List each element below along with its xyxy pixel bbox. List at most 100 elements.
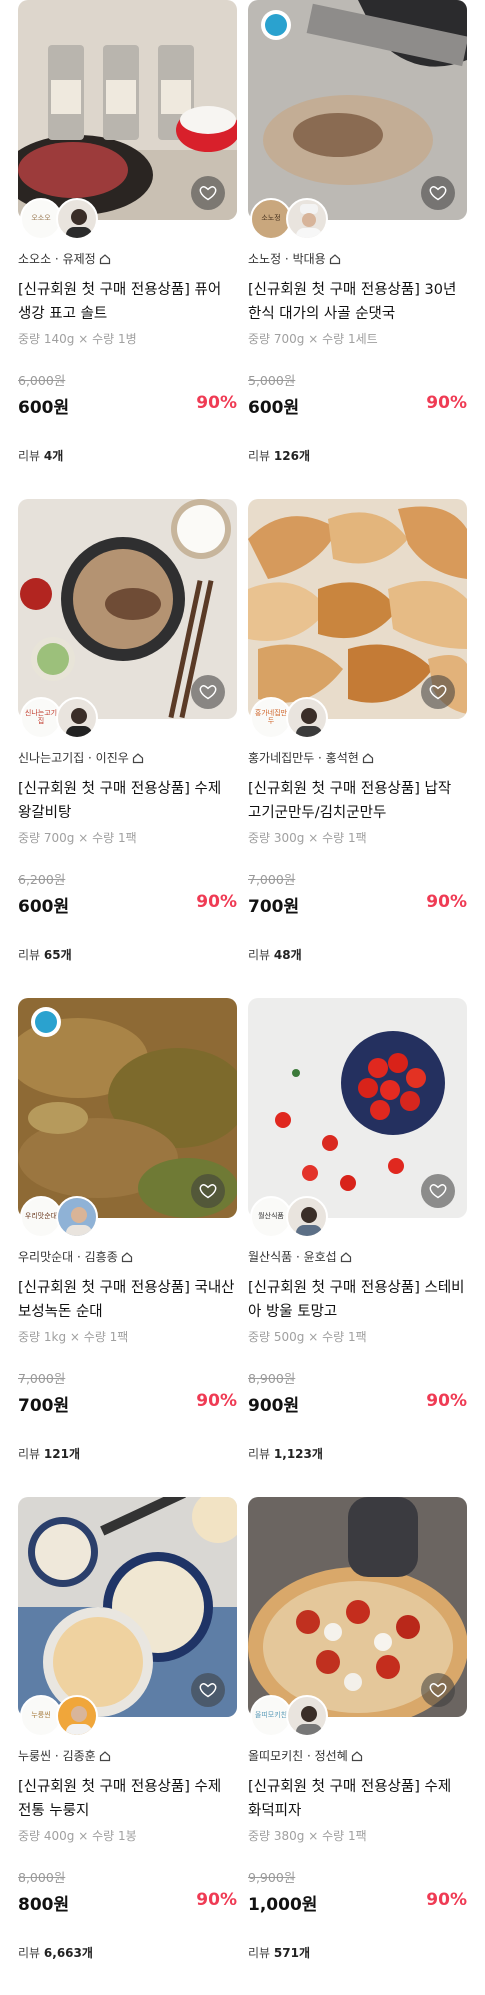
product-card[interactable]: 우리맛순대 우리맛순대 · 김흥종 [신규회원 첫 구매 전용상품] 국내산 보…	[18, 998, 237, 1496]
original-price: 7,000원	[248, 872, 296, 887]
original-price: 7,000원	[18, 1371, 66, 1386]
heart-outline-icon	[199, 1683, 217, 1698]
sale-price: 1,000원	[248, 1895, 318, 1915]
discount-rate: 90%	[426, 1391, 467, 1411]
seller-avatar	[286, 1695, 328, 1737]
sale-price: 700원	[248, 897, 300, 917]
like-button[interactable]	[421, 675, 455, 709]
like-button[interactable]	[191, 1673, 225, 1707]
seller-avatars: 올띠모키친	[250, 1695, 336, 1737]
house-icon	[362, 752, 373, 763]
seller-avatar	[56, 1196, 98, 1238]
sale-price: 700원	[18, 1396, 70, 1416]
seller-name[interactable]: 소오소 · 유제정	[18, 250, 111, 267]
house-icon	[99, 1750, 110, 1761]
product-card[interactable]: 홍가네집만두 홍가네집만두 · 홍석현 [신규회원 첫 구매 전용상품] 납작 …	[248, 499, 467, 997]
sale-price: 800원	[18, 1895, 70, 1915]
review-count: 리뷰 65개	[18, 948, 72, 962]
seller-avatars: 오소오	[20, 198, 106, 240]
seller-avatars: 홍가네집만두	[250, 697, 336, 739]
discount-rate: 90%	[196, 1391, 237, 1411]
seller-avatars: 소노정	[250, 198, 336, 240]
like-button[interactable]	[421, 1174, 455, 1208]
like-button[interactable]	[421, 176, 455, 210]
product-card[interactable]: 소노정 소노정 · 박대용 [신규회원 첫 구매 전용상품] 30년 한식 대가…	[248, 0, 467, 498]
product-card[interactable]: 월산식품 월산식품 · 윤호섭 [신규회원 첫 구매 전용상품] 스테비아 방울…	[248, 998, 467, 1496]
heart-outline-icon	[199, 186, 217, 201]
seller-name[interactable]: 우리맛순대 · 김흥종	[18, 1248, 133, 1265]
heart-outline-icon	[199, 1184, 217, 1199]
like-button[interactable]	[191, 675, 225, 709]
product-title[interactable]: [신규회원 첫 구매 전용상품] 수제 전통 누룽지	[18, 1775, 237, 1823]
discount-rate: 90%	[196, 892, 237, 912]
seller-avatar	[286, 1196, 328, 1238]
review-count: 리뷰 121개	[18, 1447, 81, 1461]
review-count: 리뷰 48개	[248, 948, 302, 962]
product-card[interactable]: 누룽씬 누룽씬 · 김종훈 [신규회원 첫 구매 전용상품] 수제 전통 누룽지…	[18, 1497, 237, 1995]
sale-price: 600원	[248, 398, 300, 418]
seller-avatar	[286, 697, 328, 739]
discount-rate: 90%	[426, 393, 467, 413]
original-price: 9,900원	[248, 1870, 296, 1885]
seller-avatars: 신나는고기집	[20, 697, 106, 739]
review-count: 리뷰 6,663개	[18, 1946, 93, 1960]
discount-rate: 90%	[426, 892, 467, 912]
product-title[interactable]: [신규회원 첫 구매 전용상품] 납작 고기군만두/김치군만두	[248, 777, 467, 825]
discount-rate: 90%	[196, 393, 237, 413]
review-count: 리뷰 126개	[248, 449, 311, 463]
product-spec: 중량 1kg × 수량 1팩	[18, 1330, 129, 1344]
original-price: 5,000원	[248, 373, 296, 388]
original-price: 8,000원	[18, 1870, 66, 1885]
product-title[interactable]: [신규회원 첫 구매 전용상품] 퓨어 생강 표고 솔트	[18, 278, 237, 326]
original-price: 8,900원	[248, 1371, 296, 1386]
sale-price: 600원	[18, 897, 70, 917]
seller-name[interactable]: 누룽씬 · 김종훈	[18, 1747, 111, 1764]
seller-name[interactable]: 소노정 · 박대용	[248, 250, 341, 267]
seller-name[interactable]: 월산식품 · 윤호섭	[248, 1248, 352, 1265]
original-price: 6,000원	[18, 373, 66, 388]
product-spec: 중량 700g × 수량 1세트	[248, 332, 378, 346]
house-icon	[340, 1251, 351, 1262]
house-icon	[99, 253, 110, 264]
like-button[interactable]	[191, 176, 225, 210]
heart-outline-icon	[429, 186, 447, 201]
review-count: 리뷰 571개	[248, 1946, 311, 1960]
seller-avatar	[286, 198, 328, 240]
house-icon	[121, 1251, 132, 1262]
seller-name[interactable]: 신나는고기집 · 이진우	[18, 749, 144, 766]
sale-price: 600원	[18, 398, 70, 418]
heart-outline-icon	[429, 1184, 447, 1199]
house-icon	[351, 1750, 362, 1761]
sale-price: 900원	[248, 1396, 300, 1416]
like-button[interactable]	[191, 1174, 225, 1208]
discount-rate: 90%	[426, 1890, 467, 1910]
seller-name[interactable]: 올띠모키친 · 정선혜	[248, 1747, 363, 1764]
product-title[interactable]: [신규회원 첫 구매 전용상품] 국내산 보성녹돈 순대	[18, 1276, 237, 1324]
product-card[interactable]: 올띠모키친 올띠모키친 · 정선혜 [신규회원 첫 구매 전용상품] 수제 화덕…	[248, 1497, 467, 1995]
product-spec: 중량 400g × 수량 1봉	[18, 1829, 137, 1843]
product-title[interactable]: [신규회원 첫 구매 전용상품] 스테비아 방울 토망고	[248, 1276, 467, 1324]
product-title[interactable]: [신규회원 첫 구매 전용상품] 30년 한식 대가의 사골 순댓국	[248, 278, 467, 326]
product-spec: 중량 380g × 수량 1팩	[248, 1829, 367, 1843]
seller-avatar	[56, 198, 98, 240]
product-spec: 중량 300g × 수량 1팩	[248, 831, 367, 845]
house-icon	[329, 253, 340, 264]
heart-outline-icon	[429, 1683, 447, 1698]
house-icon	[132, 752, 143, 763]
product-card[interactable]: 신나는고기집 신나는고기집 · 이진우 [신규회원 첫 구매 전용상품] 수제 …	[18, 499, 237, 997]
seller-avatars: 우리맛순대	[20, 1196, 106, 1238]
heart-outline-icon	[199, 685, 217, 700]
heart-outline-icon	[429, 685, 447, 700]
product-title[interactable]: [신규회원 첫 구매 전용상품] 수제 화덕피자	[248, 1775, 467, 1823]
product-spec: 중량 140g × 수량 1병	[18, 332, 137, 346]
product-title[interactable]: [신규회원 첫 구매 전용상품] 수제 왕갈비탕	[18, 777, 237, 825]
product-spec: 중량 500g × 수량 1팩	[248, 1330, 367, 1344]
product-spec: 중량 700g × 수량 1팩	[18, 831, 137, 845]
seller-avatars: 월산식품	[250, 1196, 336, 1238]
seller-avatars: 누룽씬	[20, 1695, 106, 1737]
seller-avatar	[56, 697, 98, 739]
product-card[interactable]: 오소오 소오소 · 유제정 [신규회원 첫 구매 전용상품] 퓨어 생강 표고 …	[18, 0, 237, 498]
like-button[interactable]	[421, 1673, 455, 1707]
seller-name[interactable]: 홍가네집만두 · 홍석현	[248, 749, 374, 766]
seller-avatar	[56, 1695, 98, 1737]
